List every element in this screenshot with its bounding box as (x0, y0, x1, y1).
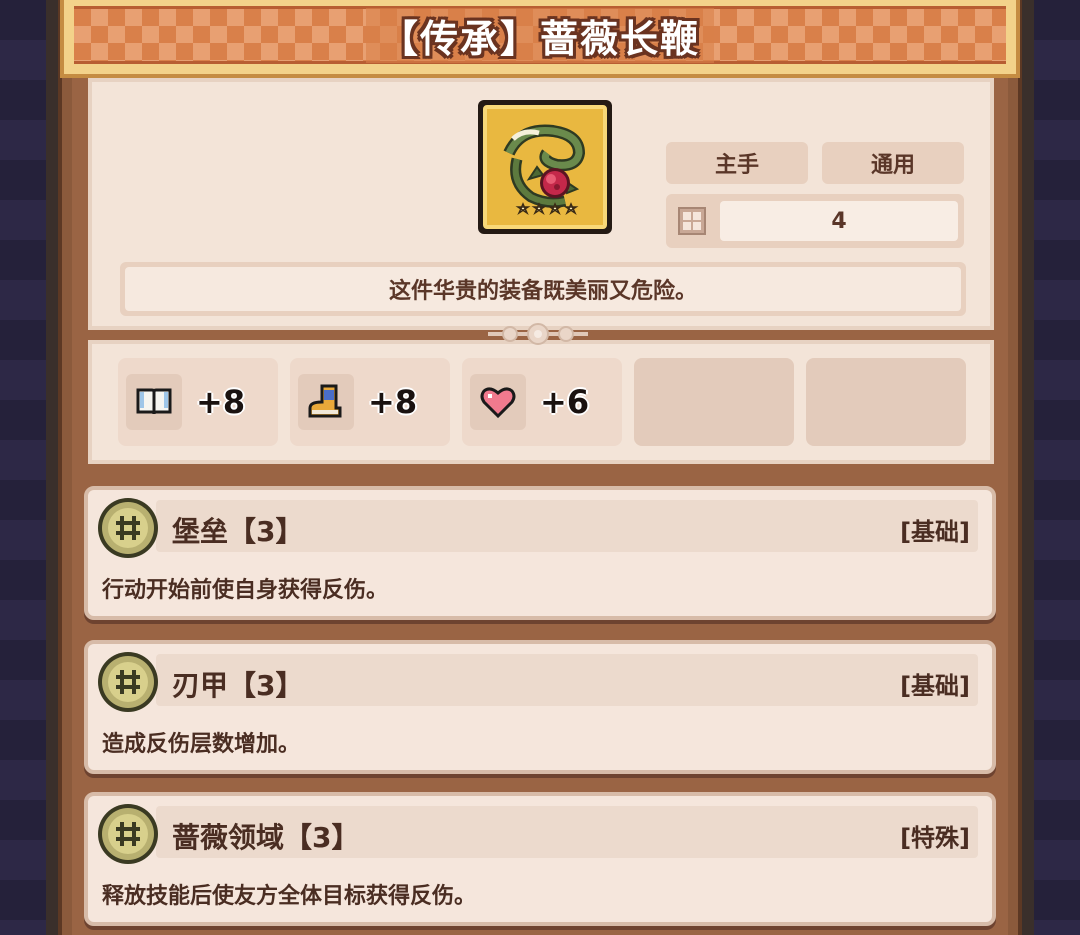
stat-vitality-value: +6 (540, 383, 590, 421)
class-tag: 通用 (822, 142, 964, 184)
skill-rune-icon (96, 496, 160, 560)
rose-whip-icon (483, 105, 607, 229)
skill-name: 蔷薇领域【3】 (172, 821, 360, 854)
hand-slot-tag: 主手 (666, 142, 808, 184)
skill-card[interactable]: 刃甲【3】 [基础] 造成反伤层数增加。 (84, 640, 996, 774)
item-info-card: 主手 通用 4 这件华贵的装备既美丽又危险。 (88, 78, 994, 330)
stat-slot-empty (634, 358, 794, 446)
book-icon (126, 374, 182, 430)
skill-description: 造成反伤层数增加。 (102, 732, 301, 757)
skill-name: 堡垒【3】 (172, 515, 304, 548)
title-banner: 【传承】蔷薇长鞭 (60, 0, 1020, 78)
stat-agility-value: +8 (368, 383, 418, 421)
slot-count-row: 4 (666, 194, 964, 248)
slot-grid-icon (672, 201, 712, 241)
heart-icon (470, 374, 526, 430)
stat-agility[interactable]: +8 (290, 358, 450, 446)
divider-ornament (488, 322, 588, 346)
stat-intelligence[interactable]: +8 (118, 358, 278, 446)
slot-count-value: 4 (720, 201, 958, 241)
boot-icon (298, 374, 354, 430)
skill-type: [基础] (900, 672, 970, 700)
background-left (0, 0, 60, 935)
skill-type: [特殊] (900, 824, 970, 852)
skill-rune-icon (96, 650, 160, 714)
stat-bonus-card: +8 +8 +6 (88, 340, 994, 464)
item-icon-frame[interactable] (478, 100, 612, 234)
background-right (1020, 0, 1080, 935)
item-description: 这件华贵的装备既美丽又危险。 (125, 267, 961, 311)
skill-card[interactable]: 蔷薇领域【3】 [特殊] 释放技能后使友方全体目标获得反伤。 (84, 792, 996, 926)
skill-description: 行动开始前使自身获得反伤。 (102, 578, 389, 603)
skill-rune-icon (96, 802, 160, 866)
skill-card[interactable]: 堡垒【3】 [基础] 行动开始前使自身获得反伤。 (84, 486, 996, 620)
skill-name: 刃甲【3】 (172, 669, 304, 702)
stat-slot-empty (806, 358, 966, 446)
stat-vitality[interactable]: +6 (462, 358, 622, 446)
title-strip: 【传承】蔷薇长鞭 (74, 6, 1006, 64)
item-description-box: 这件华贵的装备既美丽又危险。 (120, 262, 966, 316)
skill-description: 释放技能后使友方全体目标获得反伤。 (102, 884, 477, 909)
skill-type: [基础] (900, 518, 970, 546)
stat-intelligence-value: +8 (196, 383, 246, 421)
item-title: 【传承】蔷薇长鞭 (365, 7, 714, 63)
